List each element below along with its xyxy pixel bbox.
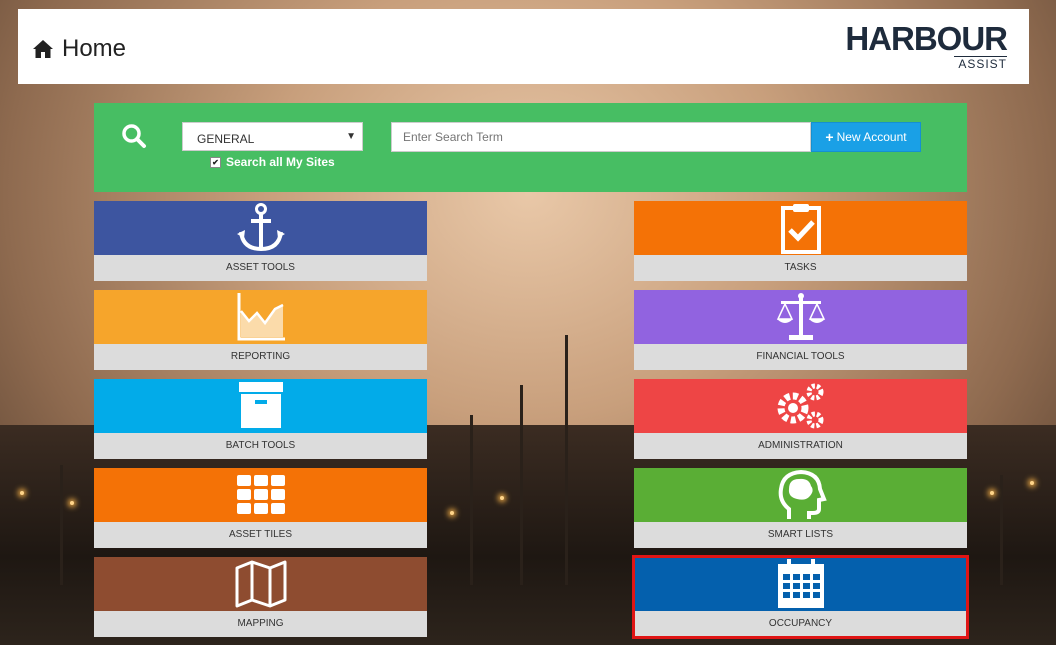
search-all-sites-label: Search all My Sites <box>226 155 335 169</box>
scales-icon <box>776 293 825 340</box>
brain-head-icon <box>778 469 827 519</box>
tile-occupancy[interactable]: OCCUPANCY <box>632 555 969 639</box>
map-icon <box>235 560 286 608</box>
tile-label: OCCUPANCY <box>634 611 967 637</box>
page-header: Home HARBOUR ASSIST <box>18 9 1029 84</box>
tile-reporting[interactable]: REPORTING <box>94 290 427 370</box>
grid-tiles-icon <box>236 475 285 514</box>
tile-asset-tiles[interactable]: ASSET TILES <box>94 468 427 548</box>
area-chart-icon <box>237 293 285 341</box>
search-icon[interactable] <box>121 123 147 149</box>
search-all-sites-checkbox[interactable]: ✔ <box>210 156 221 168</box>
tile-financial-tools[interactable]: FINANCIAL TOOLS <box>634 290 967 370</box>
tile-mapping[interactable]: MAPPING <box>94 557 427 637</box>
search-category-select[interactable]: GENERAL ▼ <box>182 122 363 151</box>
tile-administration[interactable]: ADMINISTRATION <box>634 379 967 459</box>
home-icon <box>33 40 53 58</box>
calendar-icon <box>777 559 824 608</box>
page-title: Home <box>32 35 126 63</box>
tile-label: ASSET TILES <box>94 522 427 548</box>
search-panel: GENERAL ▼ ✔ Search all My Sites + New Ac… <box>94 103 967 192</box>
tile-batch-tools[interactable]: BATCH TOOLS <box>94 379 427 459</box>
clipboard-check-icon <box>780 204 821 254</box>
gears-icon <box>777 383 823 429</box>
plus-icon: + <box>825 129 834 145</box>
tile-label: TASKS <box>634 255 967 281</box>
tile-label: ASSET TOOLS <box>94 255 427 281</box>
harbour-assist-logo: HARBOUR ASSIST <box>845 20 1008 71</box>
new-account-button[interactable]: + New Account <box>811 122 921 152</box>
search-input[interactable] <box>391 122 811 152</box>
tile-smart-lists[interactable]: SMART LISTS <box>634 468 967 548</box>
anchor-icon <box>236 203 285 252</box>
chevron-down-icon: ▼ <box>346 131 356 142</box>
archive-box-icon <box>238 382 283 428</box>
tile-label: REPORTING <box>94 344 427 370</box>
tile-label: SMART LISTS <box>634 522 967 548</box>
search-all-sites-toggle[interactable]: ✔ Search all My Sites <box>210 155 335 169</box>
tile-label: ADMINISTRATION <box>634 433 967 459</box>
tile-label: MAPPING <box>94 611 427 637</box>
tile-label: FINANCIAL TOOLS <box>634 344 967 370</box>
tile-tasks[interactable]: TASKS <box>634 201 967 281</box>
tile-asset-tools[interactable]: ASSET TOOLS <box>94 201 427 281</box>
tile-label: BATCH TOOLS <box>94 433 427 459</box>
